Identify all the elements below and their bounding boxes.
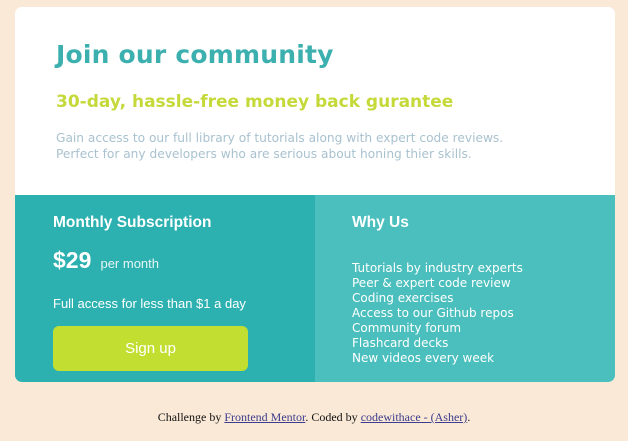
attribution-suffix: . (467, 410, 471, 424)
list-item: New videos every week (352, 351, 495, 365)
attribution: Challenge by Frontend Mentor. Coded by c… (0, 410, 628, 425)
sign-up-button[interactable]: Sign up (53, 326, 248, 371)
pricing-card: Join our community 30-day, hassle-free m… (15, 7, 615, 382)
list-item: Flashcard decks (352, 336, 449, 350)
list-item: Peer & expert code review (352, 276, 511, 290)
author-link[interactable]: codewithace - (Asher) (361, 410, 468, 424)
page-title: Join our community (56, 40, 334, 69)
why-us-list: Tutorials by industry experts Peer & exp… (352, 261, 523, 366)
guarantee-subtitle: 30-day, hassle-free money back gurantee (56, 92, 454, 112)
list-item: Coding exercises (352, 291, 454, 305)
description-line: Gain access to our full library of tutor… (56, 131, 504, 145)
description-line: Perfect for any developers who are serio… (56, 146, 472, 161)
list-item: Access to our Github repos (352, 306, 514, 320)
subscription-title: Monthly Subscription (53, 214, 212, 231)
frontend-mentor-link[interactable]: Frontend Mentor (224, 410, 305, 424)
attribution-middle: . Coded by (305, 410, 361, 424)
subscription-panel: Monthly Subscription $29 per month Full … (15, 195, 315, 382)
why-us-panel: Why Us Tutorials by industry experts Pee… (315, 195, 615, 382)
card-description: Gain access to our full library of tutor… (56, 131, 601, 162)
price-amount: $29 (53, 247, 92, 273)
attribution-prefix: Challenge by (157, 410, 225, 424)
list-item: Tutorials by industry experts (352, 261, 523, 275)
subscription-tagline: Full access for less than $1 a day (53, 296, 246, 311)
price-row: $29 per month (53, 247, 159, 274)
list-item: Community forum (352, 321, 462, 335)
why-us-title: Why Us (352, 214, 409, 231)
card-header: Join our community 30-day, hassle-free m… (15, 7, 615, 195)
price-period: per month (100, 256, 160, 271)
